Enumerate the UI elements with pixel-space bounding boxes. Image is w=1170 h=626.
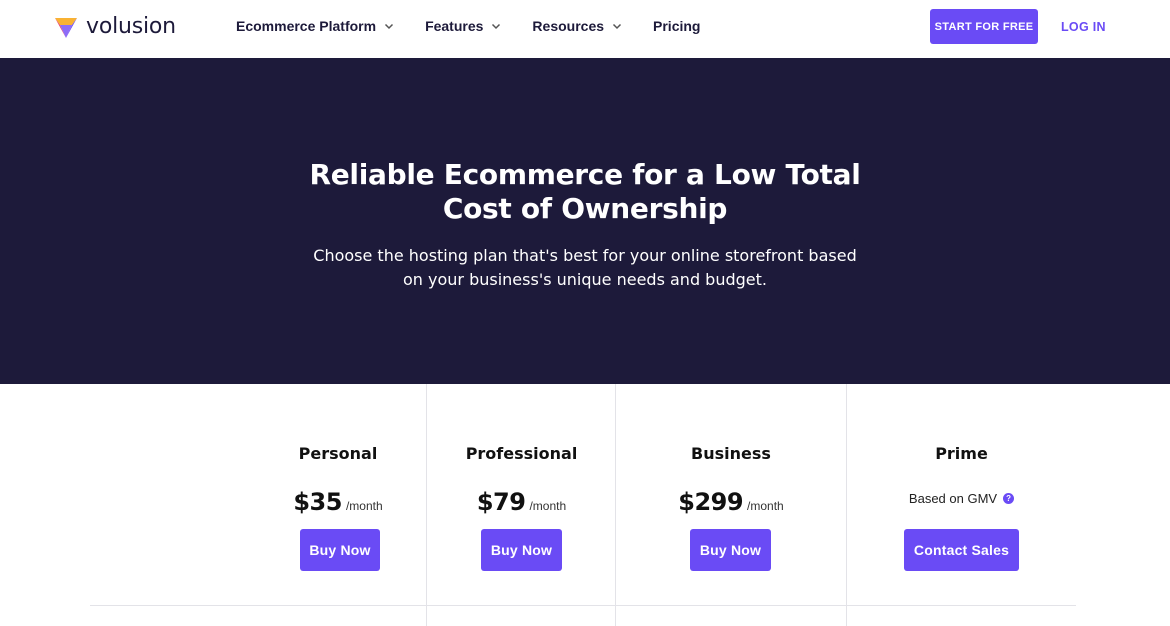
hero-title-line: Reliable Ecommerce for a Low Total: [309, 158, 861, 191]
contact-sales-button[interactable]: Contact Sales: [904, 529, 1019, 571]
nav-item-label: Ecommerce Platform: [236, 18, 377, 34]
nav-item-features[interactable]: Features: [425, 18, 502, 34]
plan-price-note: Based on GMV: [908, 491, 998, 506]
plan-name: Personal: [298, 444, 378, 463]
nav-item-label: Resources: [532, 18, 605, 34]
site-header: volusion Ecommerce Platform Features Res…: [0, 0, 1170, 58]
plan-price-row: $79 /month: [427, 488, 616, 516]
plan-card-prime: Prime Based on GMV ? Contact Sales: [846, 384, 1076, 626]
logo-text: volusion: [86, 14, 176, 39]
plan-period: /month: [345, 499, 383, 513]
nav-item-pricing[interactable]: Pricing: [653, 18, 700, 34]
buy-now-button[interactable]: Buy Now: [690, 529, 771, 571]
nav-item-resources[interactable]: Resources: [532, 18, 623, 34]
hero-title: Reliable Ecommerce for a Low Total Cost …: [285, 158, 885, 226]
plan-price: $299: [678, 488, 744, 516]
buy-now-button[interactable]: Buy Now: [481, 529, 562, 571]
buy-now-button[interactable]: Buy Now: [300, 529, 380, 571]
start-for-free-button[interactable]: START FOR FREE: [930, 9, 1038, 44]
chevron-down-icon: [492, 23, 501, 30]
nav-item-label: Features: [425, 18, 484, 34]
question-circle-icon[interactable]: ?: [1003, 493, 1015, 504]
hero-section: Reliable Ecommerce for a Low Total Cost …: [0, 58, 1170, 384]
nav-item-label: Pricing: [653, 18, 701, 34]
volusion-logo-icon: [55, 18, 77, 38]
plan-name: Professional: [465, 444, 578, 463]
pricing-section: Personal $35 /month Buy Now Professional…: [0, 384, 1170, 626]
hero-subtitle-line: Choose the hosting plan that's best for …: [313, 246, 857, 265]
hero-subtitle: Choose the hosting plan that's best for …: [285, 244, 885, 292]
plan-card-business: Business $299 /month Buy Now: [615, 384, 846, 626]
plan-price: $35: [293, 488, 342, 516]
plan-card-professional: Professional $79 /month Buy Now: [426, 384, 616, 626]
hero-title-line: Cost of Ownership: [442, 192, 728, 225]
plan-card-personal: Personal $35 /month Buy Now: [250, 384, 426, 626]
plan-period: /month: [529, 499, 567, 513]
plan-price-row: $35 /month: [250, 488, 426, 516]
chevron-down-icon: [385, 23, 394, 30]
main-nav: Ecommerce Platform Features Resources Pr…: [236, 0, 730, 52]
plan-price-row: $299 /month: [616, 488, 846, 516]
log-in-link[interactable]: LOG IN: [1061, 9, 1106, 44]
divider: [90, 605, 1076, 606]
hero-subtitle-line: on your business's unique needs and budg…: [403, 270, 767, 289]
plan-period: /month: [747, 499, 784, 513]
plan-price: $79: [476, 488, 526, 516]
plan-name: Business: [691, 444, 771, 463]
chevron-down-icon: [612, 23, 622, 30]
plan-price-note-row: Based on GMV ?: [847, 491, 1076, 506]
plan-name: Prime: [935, 444, 988, 463]
logo[interactable]: volusion: [54, 13, 176, 41]
nav-item-ecommerce-platform[interactable]: Ecommerce Platform: [236, 18, 395, 34]
